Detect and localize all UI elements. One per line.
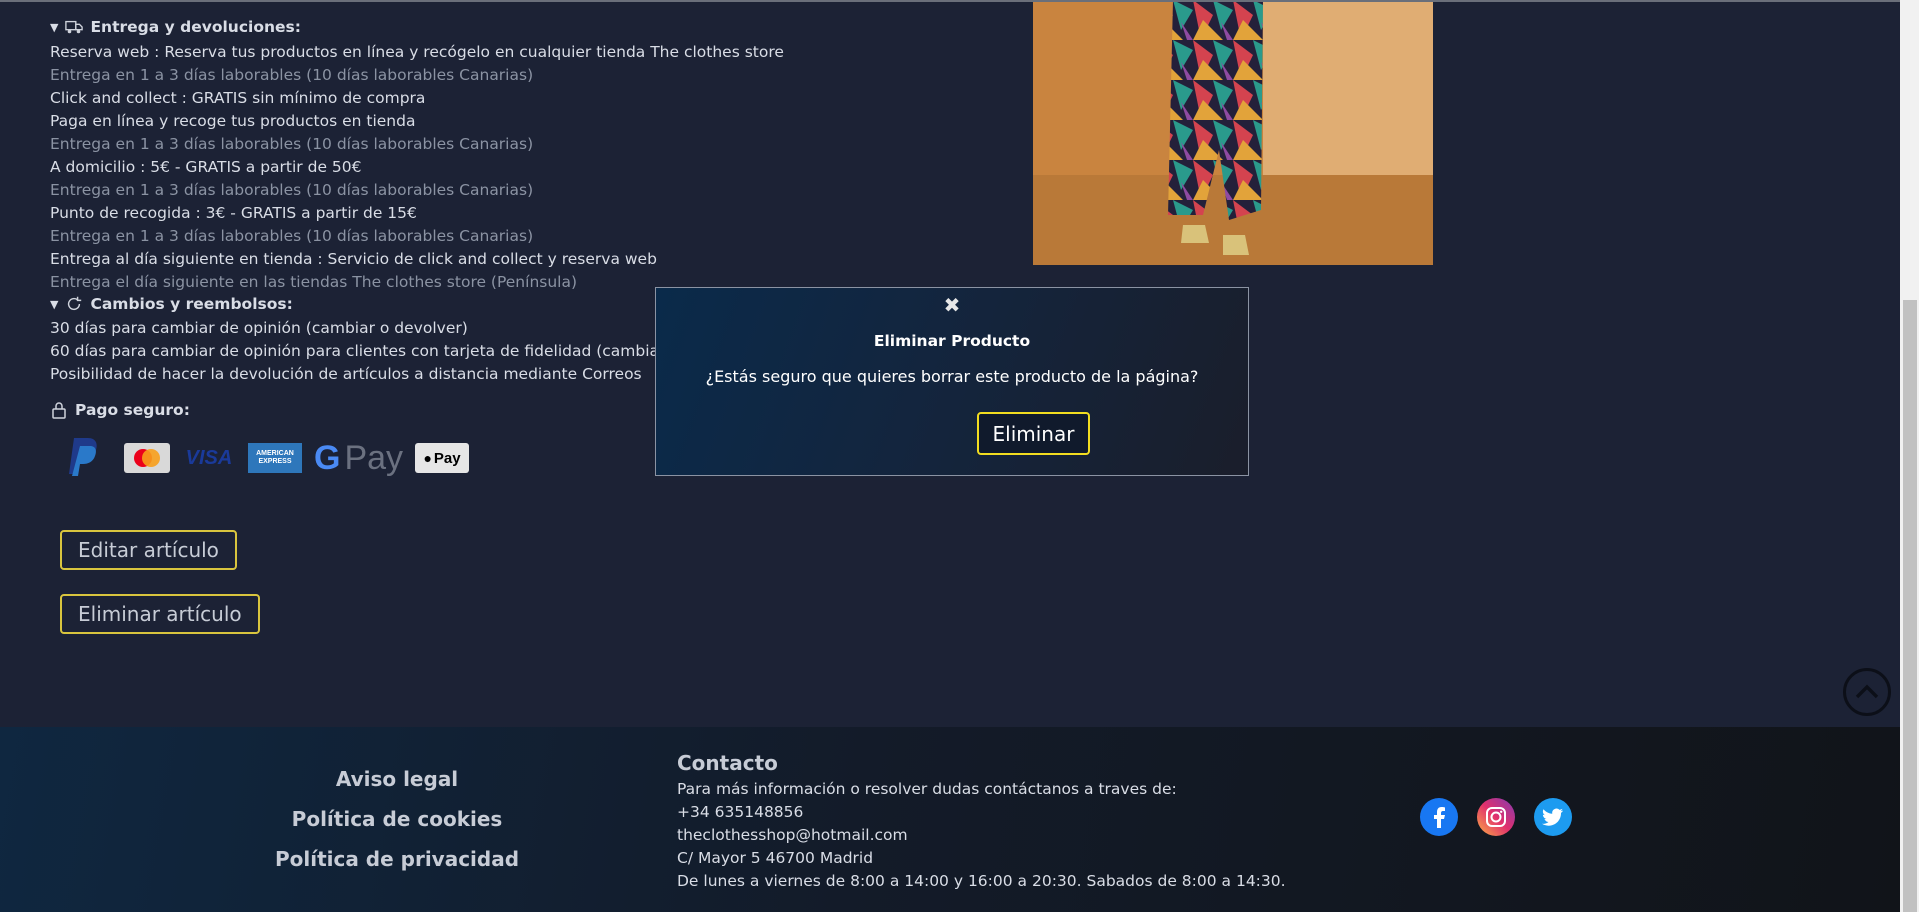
scrollbar-thumb[interactable] xyxy=(1903,300,1917,912)
refund-line: Posibilidad de hacer la devolución de ar… xyxy=(50,365,642,383)
refunds-section-toggle[interactable]: ▼ Cambios y reembolsos: xyxy=(50,295,293,313)
delivery-line: A domicilio : 5€ - GRATIS a partir de 50… xyxy=(50,158,362,176)
twitter-icon[interactable] xyxy=(1534,798,1572,836)
delivery-line: Entrega al día siguiente en tienda : Ser… xyxy=(50,250,657,268)
payment-heading: Pago seguro: xyxy=(75,401,190,419)
delivery-line: Entrega en 1 a 3 días laborables (10 día… xyxy=(50,227,534,245)
footer-link-privacy[interactable]: Política de privacidad xyxy=(197,847,597,871)
google-pay-label: Pay xyxy=(344,438,404,477)
payment-methods: VISA AMERICAN EXPRESS G Pay ● Pay xyxy=(60,433,470,483)
refund-line: 30 días para cambiar de opinión (cambiar… xyxy=(50,319,468,337)
apple-pay-label: Pay xyxy=(433,449,461,467)
contact-title: Contacto xyxy=(677,751,778,775)
close-icon[interactable]: ✖ xyxy=(656,293,1248,317)
footer-link-legal[interactable]: Aviso legal xyxy=(197,767,597,791)
modal-title: Eliminar Producto xyxy=(873,332,1031,350)
google-pay-icon: G Pay xyxy=(314,438,404,477)
facebook-icon[interactable] xyxy=(1420,798,1458,836)
truck-icon xyxy=(65,20,84,34)
delivery-line: Paga en línea y recoge tus productos en … xyxy=(50,112,416,130)
contact-intro: Para más información o resolver dudas co… xyxy=(677,780,1177,798)
visa-icon: VISA xyxy=(185,446,233,469)
delivery-line: Punto de recogida : 3€ - GRATIS a partir… xyxy=(50,204,417,222)
vertical-scrollbar[interactable] xyxy=(1900,0,1919,912)
delete-article-button[interactable]: Eliminar artículo xyxy=(60,594,260,634)
delete-product-modal: ✖ Eliminar Producto ¿Estás seguro que qu… xyxy=(655,287,1249,476)
refund-line: 60 días para cambiar de opinión para cli… xyxy=(50,342,666,360)
payment-heading-row: Pago seguro: xyxy=(50,401,190,419)
modal-message: ¿Estás seguro que quieres borrar este pr… xyxy=(705,367,1199,386)
contact-hours: De lunes a viernes de 8:00 a 14:00 y 16:… xyxy=(677,872,1286,890)
disclosure-triangle-icon: ▼ xyxy=(50,20,59,34)
disclosure-triangle-icon: ▼ xyxy=(50,297,59,311)
refresh-icon xyxy=(68,296,82,311)
top-border xyxy=(0,0,1900,2)
delivery-line: Reserva web : Reserva tus productos en l… xyxy=(50,43,784,61)
edit-article-button[interactable]: Editar artículo xyxy=(60,530,237,570)
mastercard-icon xyxy=(124,443,170,473)
contact-email: theclothesshop@hotmail.com xyxy=(677,826,908,844)
instagram-icon[interactable] xyxy=(1477,798,1515,836)
confirm-delete-button[interactable]: Eliminar xyxy=(977,412,1090,455)
scroll-to-top-button[interactable] xyxy=(1843,668,1891,716)
refunds-heading: Cambios y reembolsos: xyxy=(90,295,293,313)
lock-icon xyxy=(52,402,66,419)
apple-pay-icon: ● Pay xyxy=(415,443,470,473)
delivery-line: Entrega en 1 a 3 días laborables (10 día… xyxy=(50,135,534,153)
delivery-line: Entrega el día siguiente en las tiendas … xyxy=(50,273,578,291)
delivery-line: Click and collect : GRATIS sin mínimo de… xyxy=(50,89,426,107)
delivery-line: Entrega en 1 a 3 días laborables (10 día… xyxy=(50,181,534,199)
contact-address: C/ Mayor 5 46700 Madrid xyxy=(677,849,874,867)
contact-phone: +34 635148856 xyxy=(677,803,804,821)
american-express-icon: AMERICAN EXPRESS xyxy=(248,443,302,473)
footer-link-cookies[interactable]: Política de cookies xyxy=(197,807,597,831)
delivery-line: Entrega en 1 a 3 días laborables (10 día… xyxy=(50,66,534,84)
product-image xyxy=(1033,0,1433,265)
paypal-icon xyxy=(60,434,112,482)
delivery-section-toggle[interactable]: ▼ Entrega y devoluciones: xyxy=(50,18,301,36)
delivery-heading: Entrega y devoluciones: xyxy=(90,18,301,36)
chevron-up-icon xyxy=(1855,684,1879,699)
